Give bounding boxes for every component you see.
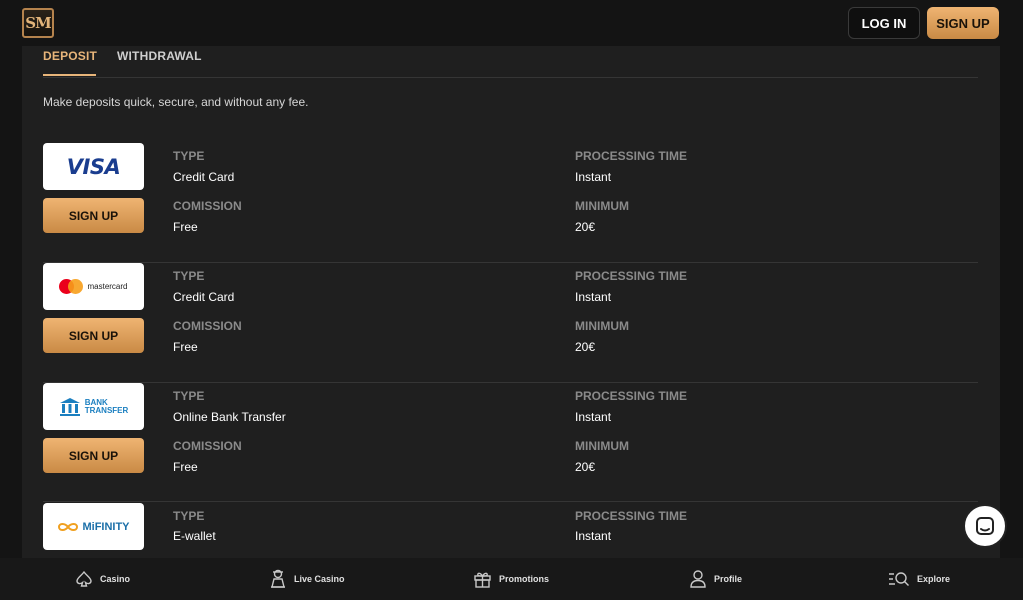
type-value: E-wallet xyxy=(173,529,216,543)
processing-time-label: PROCESSING TIME xyxy=(575,149,688,163)
nav-explore-label: Explore xyxy=(917,574,951,584)
processing-time-label: PROCESSING TIME xyxy=(575,509,688,523)
commission-label: COMISSION xyxy=(173,439,242,453)
deposit-intro-text: Make deposits quick, secure, and without… xyxy=(43,95,309,109)
minimum-label: MINIMUM xyxy=(575,319,629,333)
payment-method-row: VISA SIGN UP TYPE Credit Card COMISSION … xyxy=(43,143,978,263)
type-value: Credit Card xyxy=(173,290,235,304)
commission-label: COMISSION xyxy=(173,199,242,213)
minimum-value: 20€ xyxy=(575,460,596,474)
page: SM LOG IN SIGN UP DEPOSIT WITHDRAWAL Mak… xyxy=(0,0,1023,600)
nav-casino-label: Casino xyxy=(100,574,131,584)
logo-text: SM xyxy=(25,14,51,32)
processing-time-label: PROCESSING TIME xyxy=(575,389,688,403)
infinity-icon xyxy=(58,522,79,531)
mastercard-signup-button[interactable]: SIGN UP xyxy=(43,318,144,353)
type-value: Credit Card xyxy=(173,170,235,184)
commission-label: COMISSION xyxy=(173,319,242,333)
site-logo[interactable]: SM xyxy=(22,8,54,38)
type-value: Online Bank Transfer xyxy=(173,410,286,424)
user-icon xyxy=(690,570,706,588)
minimum-value: 20€ xyxy=(575,220,596,234)
minimum-value: 20€ xyxy=(575,340,596,354)
tab-deposit[interactable]: DEPOSIT xyxy=(43,49,97,76)
nav-promotions[interactable]: Promotions xyxy=(473,558,549,600)
processing-time-label: PROCESSING TIME xyxy=(575,269,688,283)
processing-time-value: Instant xyxy=(575,290,612,304)
bank-wordmark-line2: TRANSFER xyxy=(84,405,129,415)
mastercard-logo: mastercard xyxy=(43,263,144,310)
spade-icon xyxy=(76,570,92,587)
type-label: TYPE xyxy=(173,269,205,283)
visa-wordmark: VISA xyxy=(66,154,121,179)
processing-time-value: Instant xyxy=(575,529,612,543)
bank-transfer-signup-button[interactable]: SIGN UP xyxy=(43,438,144,473)
type-label: TYPE xyxy=(173,149,205,163)
nav-live-casino-label: Live Casino xyxy=(294,574,345,584)
nav-casino[interactable]: Casino xyxy=(75,558,130,600)
gift-icon xyxy=(474,572,491,588)
processing-time-value: Instant xyxy=(575,410,612,424)
login-button[interactable]: LOG IN xyxy=(848,7,920,39)
minimum-label: MINIMUM xyxy=(575,439,629,453)
commission-value: Free xyxy=(173,340,198,354)
top-bar: SM LOG IN SIGN UP xyxy=(0,0,1023,46)
processing-time-value: Instant xyxy=(575,170,612,184)
payment-method-row: mastercard SIGN UP TYPE Credit Card COMI… xyxy=(43,263,978,383)
payment-method-row: MiFINITY TYPE E-wallet PROCESSING TIME I… xyxy=(43,503,978,558)
mifinity-logo: MiFINITY xyxy=(43,503,144,550)
minimum-label: MINIMUM xyxy=(575,199,629,213)
bottom-navigation: Casino Live Casino Promotions Profile Ex… xyxy=(0,558,1023,600)
chat-icon xyxy=(976,517,994,535)
commission-value: Free xyxy=(173,460,198,474)
bank-transfer-logo: BANK TRANSFER xyxy=(43,383,144,430)
nav-profile[interactable]: Profile xyxy=(689,558,742,600)
dealer-icon xyxy=(271,569,285,588)
mastercard-circles-icon xyxy=(59,279,84,294)
header-signup-button[interactable]: SIGN UP xyxy=(927,7,999,39)
bank-building-icon xyxy=(59,397,80,416)
mastercard-wordmark: mastercard xyxy=(87,282,128,291)
mifinity-wordmark: MiFINITY xyxy=(82,520,130,533)
type-label: TYPE xyxy=(173,389,205,403)
nav-profile-label: Profile xyxy=(714,574,743,584)
payment-tabs: DEPOSIT WITHDRAWAL xyxy=(43,46,978,78)
search-list-icon xyxy=(889,572,909,586)
live-chat-button[interactable] xyxy=(963,504,1007,548)
commission-value: Free xyxy=(173,220,198,234)
visa-logo: VISA xyxy=(43,143,144,190)
nav-explore[interactable]: Explore xyxy=(888,558,950,600)
nav-live-casino[interactable]: Live Casino xyxy=(269,558,345,600)
payment-method-row: BANK TRANSFER SIGN UP TYPE Online Bank T… xyxy=(43,383,978,502)
type-label: TYPE xyxy=(173,509,205,523)
tab-withdrawal[interactable]: WITHDRAWAL xyxy=(117,49,202,63)
nav-promotions-label: Promotions xyxy=(499,574,550,584)
visa-signup-button[interactable]: SIGN UP xyxy=(43,198,144,233)
payment-methods-panel: DEPOSIT WITHDRAWAL Make deposits quick, … xyxy=(22,46,1000,558)
